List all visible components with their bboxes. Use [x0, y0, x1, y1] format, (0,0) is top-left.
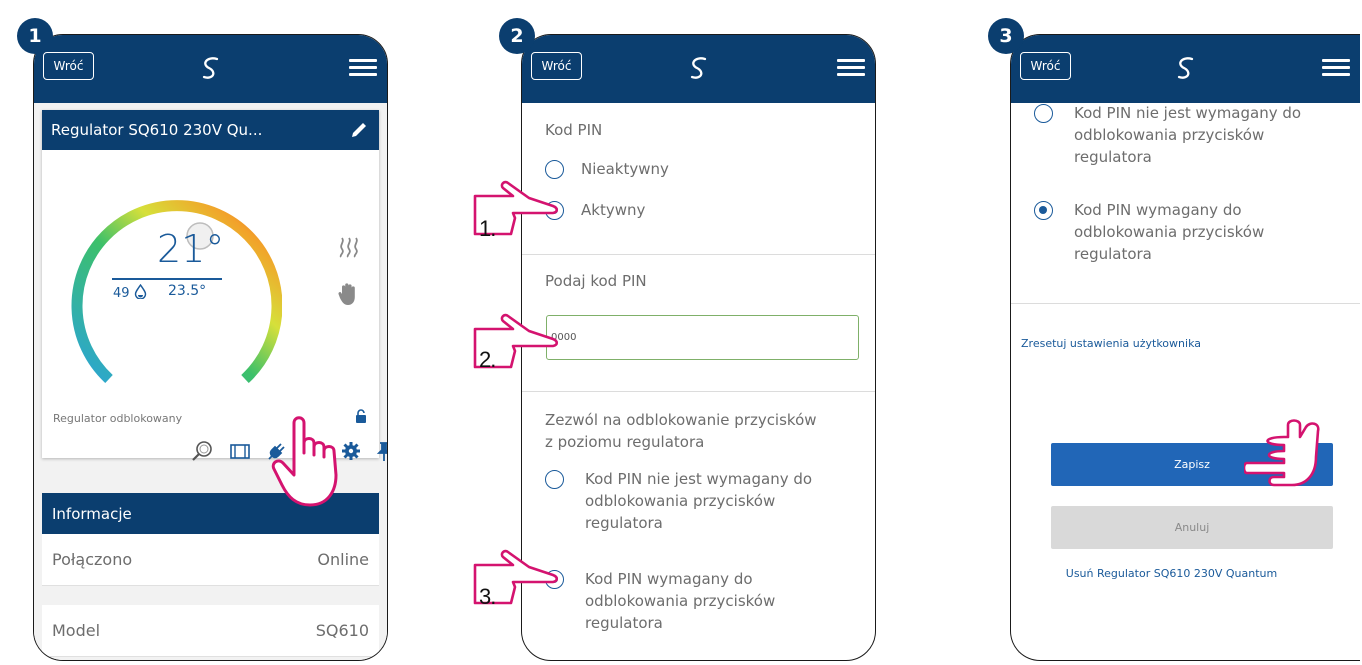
- pin-entry-label: Podaj kod PIN: [545, 272, 647, 290]
- search-history-icon[interactable]: [191, 440, 213, 462]
- info-row: Połączono Online: [42, 534, 379, 586]
- back-button[interactable]: Wróć: [531, 52, 582, 80]
- option-line: regulatora: [585, 514, 663, 532]
- phone-screen-1: Wróć Regulator SQ610 230V Qu... 21° 49 2…: [33, 34, 388, 661]
- device-card-header: Regulator SQ610 230V Qu...: [42, 110, 379, 150]
- temperature-divider: [112, 278, 222, 280]
- phone-screen-3: Wróć Kod PIN nie jest wymagany do odblok…: [1010, 34, 1360, 661]
- tap-hand-pointer-icon: [271, 416, 338, 507]
- unlock-section-label-line1: Zezwól na odblokowanie przycisków: [545, 411, 817, 429]
- divider: [522, 391, 875, 392]
- annotation-label-3: 3.: [479, 584, 496, 609]
- salus-logo-icon: [1177, 57, 1193, 79]
- pin-inactive-radio[interactable]: [545, 160, 564, 179]
- option-line: regulatora: [1074, 245, 1152, 263]
- pin-required-radio[interactable]: [1034, 201, 1053, 220]
- option-line: odblokowania przycisków: [585, 592, 776, 610]
- info-row-value: SQ610: [315, 621, 369, 640]
- app-bar: Wróć: [522, 35, 875, 103]
- schedule-film-icon[interactable]: [229, 440, 251, 462]
- annotation-label-2: 2.: [479, 347, 496, 372]
- salus-logo-icon: [690, 57, 706, 79]
- pin-inactive-label: Nieaktywny: [581, 160, 669, 178]
- option-line: Kod PIN wymagany do: [585, 570, 753, 588]
- back-button[interactable]: Wróć: [43, 52, 94, 80]
- option-line: odblokowania przycisków: [1074, 223, 1265, 241]
- pin-required-label: Kod PIN wymagany do odblokowania przycis…: [1074, 199, 1264, 265]
- salus-logo-icon: [202, 57, 218, 79]
- pin-not-required-radio[interactable]: [545, 470, 564, 489]
- pointing-hand-icon: [1244, 419, 1320, 487]
- step-badge-3: 3: [988, 18, 1024, 54]
- device-title: Regulator SQ610 230V Qu...: [51, 121, 263, 139]
- lock-status-text: Regulator odblokowany: [53, 412, 183, 425]
- hamburger-menu-icon[interactable]: [837, 59, 865, 77]
- temperature-gauge[interactable]: [62, 165, 282, 395]
- info-row: Model SQ610: [42, 605, 379, 657]
- humidity-value: 49: [113, 283, 147, 301]
- annotation-label-1: 1.: [479, 216, 496, 241]
- option-line: Kod PIN nie jest wymagany do: [585, 470, 813, 488]
- phone-screen-2: Wróć Kod PIN Nieaktywny Aktywny Podaj ko…: [521, 34, 876, 661]
- current-temperature: 23.5°: [168, 283, 207, 299]
- option-line: regulatora: [1074, 148, 1152, 166]
- pin-not-required-radio[interactable]: [1034, 104, 1053, 123]
- info-row-label: Model: [52, 621, 101, 640]
- unlock-section-label-line2: z poziomu regulatora: [545, 433, 705, 451]
- pin-input[interactable]: 0000: [546, 315, 859, 360]
- back-button[interactable]: Wróć: [1020, 52, 1071, 80]
- option-line: Kod PIN nie jest wymagany do: [1074, 104, 1302, 122]
- divider: [522, 254, 875, 255]
- option-line: Kod PIN wymagany do: [1074, 201, 1242, 219]
- manual-mode-hand-icon: [338, 283, 355, 305]
- pin-code-label: Kod PIN: [545, 121, 603, 139]
- edit-pencil-icon[interactable]: [349, 120, 369, 140]
- pin-active-label: Aktywny: [581, 201, 646, 219]
- humidity-text: 49: [113, 286, 130, 301]
- reset-user-settings-link[interactable]: Zresetuj ustawienia użytkownika: [1021, 337, 1201, 350]
- pin-required-label: Kod PIN wymagany do odblokowania przycis…: [585, 568, 775, 634]
- delete-device-link[interactable]: Usuń Regulator SQ610 230V Quantum: [1011, 567, 1360, 580]
- step-badge-2: 2: [499, 18, 535, 54]
- option-line: odblokowania przycisków: [585, 492, 776, 510]
- app-bar: Wróć: [1011, 35, 1360, 103]
- info-row-label: Połączono: [52, 550, 133, 569]
- unlocked-padlock-icon: [356, 409, 366, 423]
- divider: [1011, 303, 1360, 304]
- pin-icon[interactable]: [373, 440, 388, 462]
- pin-not-required-label: Kod PIN nie jest wymagany do odblokowani…: [585, 468, 812, 534]
- info-row-value: Online: [317, 550, 369, 569]
- option-line: odblokowania przycisków: [1074, 126, 1265, 144]
- heating-icon: [339, 237, 358, 258]
- option-line: regulatora: [585, 614, 663, 632]
- cancel-button[interactable]: Anuluj: [1051, 506, 1333, 549]
- humidity-drop-icon: [134, 283, 146, 300]
- setpoint-temperature: 21°: [157, 227, 225, 271]
- step-badge-1: 1: [17, 18, 53, 54]
- device-card: Regulator SQ610 230V Qu... 21° 49 23.5° …: [42, 110, 387, 461]
- hamburger-menu-icon[interactable]: [1322, 59, 1350, 77]
- hamburger-menu-icon[interactable]: [349, 59, 377, 77]
- pin-not-required-label: Kod PIN nie jest wymagany do odblokowani…: [1074, 102, 1301, 168]
- app-bar: Wróć: [34, 35, 387, 103]
